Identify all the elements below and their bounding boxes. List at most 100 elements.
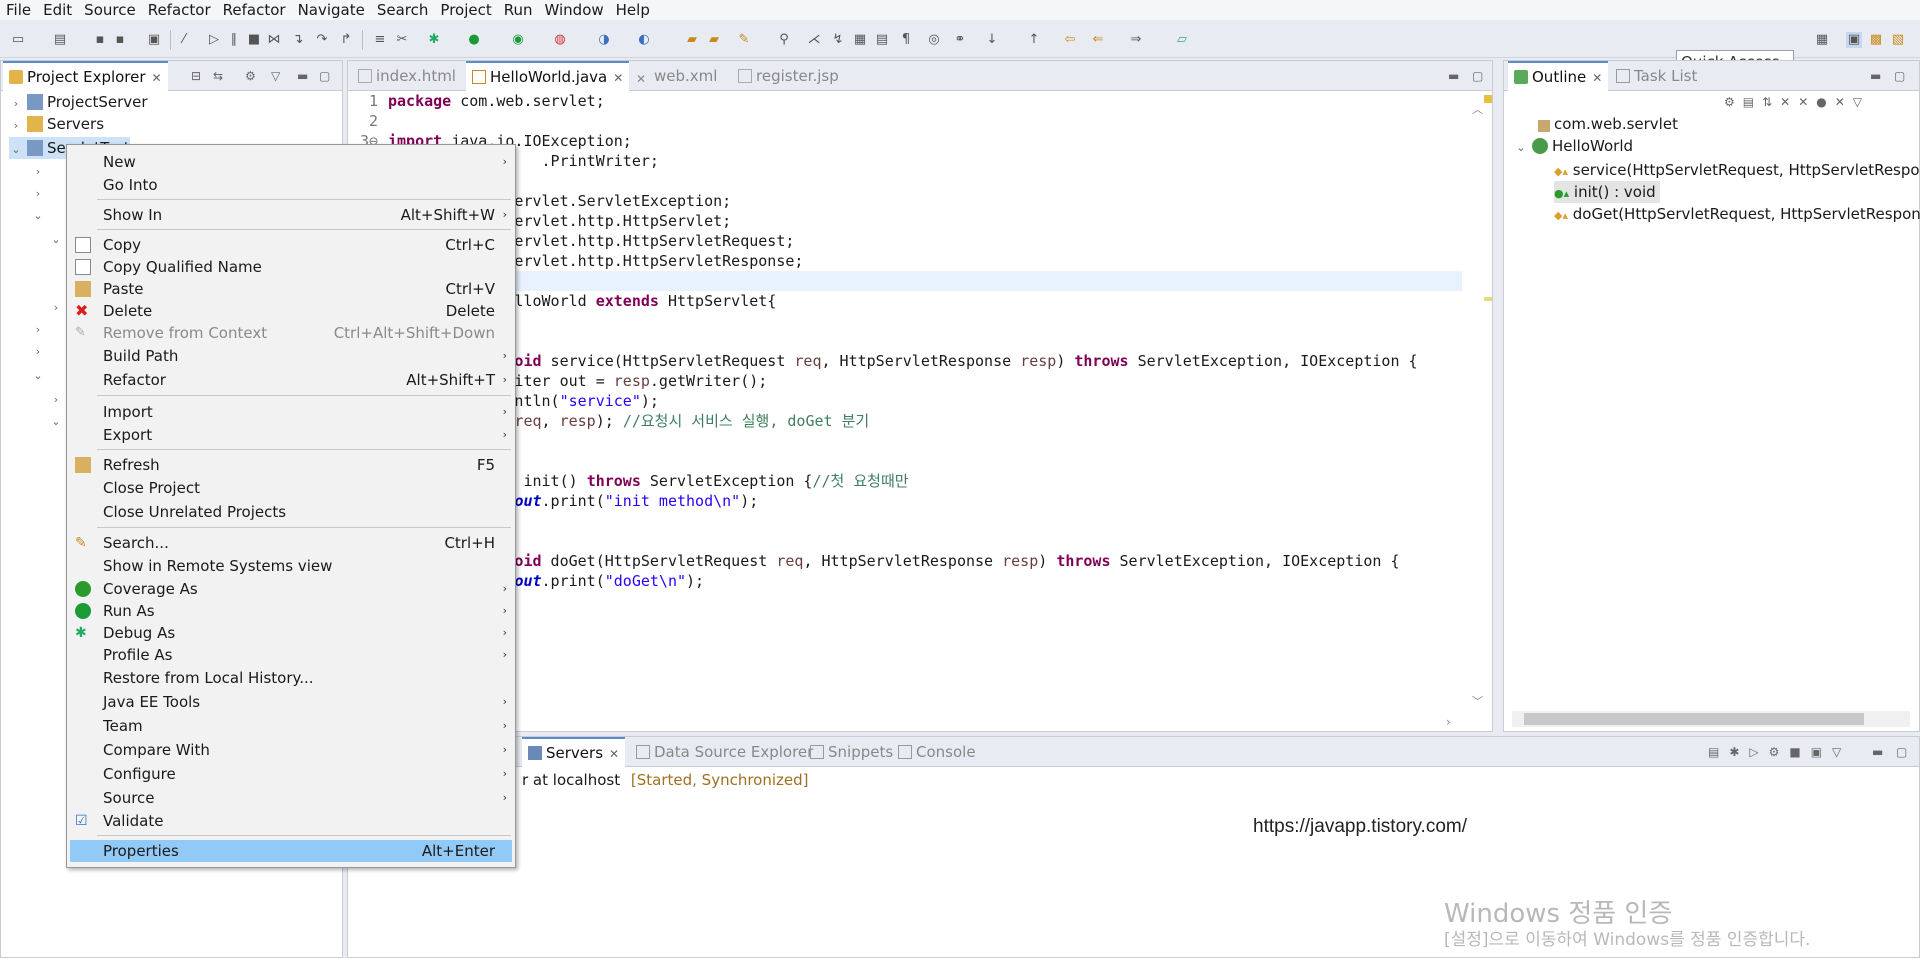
minimize-icon[interactable]: ▬ [1448,69,1459,83]
menu-help[interactable]: Help [610,0,656,20]
horizontal-scrollbar[interactable] [1512,711,1910,727]
menu-item-close-project[interactable]: Close Project [67,477,515,499]
menu-item-properties[interactable]: Properties Alt+Enter [70,840,512,862]
scrollbar-thumb[interactable] [1524,713,1864,725]
menu-item-validate[interactable]: ☑ Validate [67,810,515,832]
menu-item-copy[interactable]: Copy Ctrl+C [67,234,515,256]
last-edit-icon[interactable]: ⇦ [1062,32,1078,48]
tree-item-projectserver[interactable]: › ProjectServer [9,91,148,113]
chevron-down-icon[interactable]: ⌄ [49,415,63,428]
tab-register-jsp[interactable]: register.jsp [732,61,845,91]
mark-icon[interactable]: ⋌ [806,32,822,48]
search-tool-icon[interactable]: ✎ [736,32,752,48]
warning-marker[interactable] [1484,95,1492,103]
scroll-up-icon[interactable]: ︿ [1472,101,1483,117]
server-row[interactable]: r at localhost [Started, Synchronized] [522,771,809,789]
tab-index-html[interactable]: index.html [352,61,462,91]
step-over-icon[interactable]: ↷ [314,32,330,48]
tab-task-list[interactable]: Task List [1610,61,1703,91]
chevron-right-icon[interactable]: › [31,165,45,178]
new-server-icon[interactable]: ◑ [596,32,612,48]
globe-icon[interactable]: ◎ [926,32,942,48]
menu-search[interactable]: Search [371,0,435,20]
menu-item-export[interactable]: Export › [67,424,515,446]
occurrence-marker[interactable] [1484,297,1492,301]
menu-navigate[interactable]: Navigate [292,0,371,20]
menu-file[interactable]: File [0,0,37,20]
chevron-right-icon[interactable]: › [49,301,63,314]
menu-item-run-as[interactable]: Run As › [67,600,515,622]
outline-method-service[interactable]: ◆▴ service(HttpServletRequest, HttpServl… [1554,159,1920,181]
back-icon[interactable]: ⇐ [1090,32,1106,48]
menu-item-coverage-as[interactable]: Coverage As › [67,578,515,600]
save-icon[interactable]: ▪ [92,32,108,48]
open-type-icon[interactable]: ▰ [684,32,700,48]
tab-outline[interactable]: Outline ✕ [1508,61,1609,91]
link-editor-icon[interactable]: ⇆ [213,69,223,83]
menu-item-import[interactable]: Import › [67,401,515,423]
menu-window[interactable]: Window [539,0,610,20]
open-perspective-icon[interactable]: ▱ [1174,32,1190,48]
tab-snippets[interactable]: Snippets [804,737,899,767]
resume-icon[interactable]: ▷ [206,32,222,48]
outline-toolbar[interactable]: ⚙▤⇅✕✕●✕▽ [1724,95,1870,109]
menu-item-team[interactable]: Team › [67,715,515,737]
close-icon[interactable]: ✕ [1592,71,1602,85]
perspective-java-icon[interactable]: ▦ [1814,32,1830,48]
chevron-right-icon[interactable]: › [31,187,45,200]
menu-refactor-2[interactable]: Refactor [217,0,292,20]
coverage-icon[interactable]: ◉ [510,32,526,48]
filter-icon[interactable]: ⚙ [245,69,256,83]
minimize-icon[interactable]: ▬ [1870,69,1881,83]
minimize-icon[interactable]: ▬ [297,69,308,83]
suspend-icon[interactable]: ∥ [226,32,242,48]
collapse-all-icon[interactable]: ⊟ [191,69,201,83]
minimize-icon[interactable]: ▬ [1872,745,1883,759]
step-return-icon[interactable]: ↱ [338,32,354,48]
close-icon[interactable]: ✕ [613,71,623,85]
menu-item-build-path[interactable]: Build Path › [67,345,515,367]
maximize-icon[interactable]: ▢ [1896,745,1907,759]
tab-data-source-explorer[interactable]: Data Source Explorer [630,737,819,767]
menu-item-close-unrelated-projects[interactable]: Close Unrelated Projects [67,501,515,523]
menu-item-restore-local-history[interactable]: Restore from Local History... [67,667,515,689]
chevron-down-icon[interactable]: ⌄ [31,209,45,222]
outline-package[interactable]: com.web.servlet [1534,113,1678,135]
chevron-right-icon[interactable]: › [9,115,23,137]
run-icon[interactable]: ● [466,32,482,48]
maximize-icon[interactable]: ▢ [319,69,330,83]
show-whitespace-icon[interactable]: ▤ [874,32,890,48]
new-project-icon[interactable]: ▤ [52,32,68,48]
next-annotation-icon[interactable]: ↓ [984,32,1000,48]
menu-item-debug-as[interactable]: ✱ Debug As › [67,622,515,644]
menu-item-java-ee-tools[interactable]: Java EE Tools › [67,691,515,713]
use-step-filters-icon[interactable]: ≡ [372,32,388,48]
chevron-down-icon[interactable]: ⌄ [49,233,63,246]
menu-project[interactable]: Project [434,0,497,20]
prev-annotation-icon[interactable]: ↑ [1026,32,1042,48]
tab-project-explorer[interactable]: Project Explorer ✕ [3,61,168,91]
chevron-down-icon[interactable]: ⌄ [9,139,23,161]
step-into-icon[interactable]: ↴ [290,32,306,48]
chevron-right-icon[interactable]: › [49,393,63,406]
menu-item-profile-as[interactable]: Profile As › [67,644,515,666]
chevron-right-icon[interactable]: › [31,323,45,336]
menu-refactor[interactable]: Refactor [142,0,217,20]
tab-web-xml[interactable]: ✕ web.xml [630,61,723,91]
annotation-icon[interactable]: ⚲ [776,32,792,48]
terminal-icon[interactable]: ▣ [146,32,162,48]
outline-class[interactable]: ⌄ HelloWorld [1514,135,1633,157]
menu-item-show-in-remote-systems[interactable]: Show in Remote Systems view [67,555,515,577]
link-icon[interactable]: ⚭ [952,32,968,48]
maximize-icon[interactable]: ▢ [1894,69,1905,83]
menu-item-go-into[interactable]: Go Into [67,174,515,196]
menu-source[interactable]: Source [78,0,142,20]
view-menu-icon[interactable]: ▽ [271,69,280,83]
servers-toolbar[interactable]: ▤✱▷⚙■▣▽ [1708,745,1851,759]
pilcrow-icon[interactable]: ¶ [898,32,914,48]
scroll-down-icon[interactable]: ﹀ [1472,693,1483,709]
skip-breakpoints-icon[interactable]: ⁄ [176,32,192,48]
menu-edit[interactable]: Edit [37,0,78,20]
menu-item-paste[interactable]: Paste Ctrl+V [67,278,515,300]
menu-item-remove-from-context[interactable]: ✎ Remove from Context Ctrl+Alt+Shift+Down [67,322,515,344]
